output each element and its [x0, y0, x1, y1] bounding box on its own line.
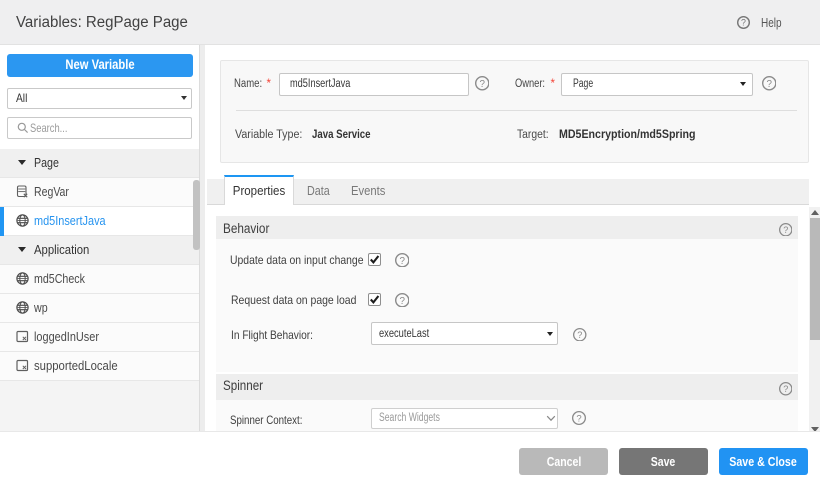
svg-text:?: ?	[783, 225, 788, 235]
svg-text:?: ?	[783, 384, 788, 394]
svg-text:?: ?	[479, 79, 485, 90]
svg-text:?: ?	[576, 413, 581, 424]
svg-text:?: ?	[766, 79, 772, 90]
svg-text:?: ?	[577, 330, 582, 340]
svg-text:?: ?	[399, 255, 405, 266]
svg-text:?: ?	[399, 295, 405, 306]
svg-text:?: ?	[741, 18, 746, 28]
